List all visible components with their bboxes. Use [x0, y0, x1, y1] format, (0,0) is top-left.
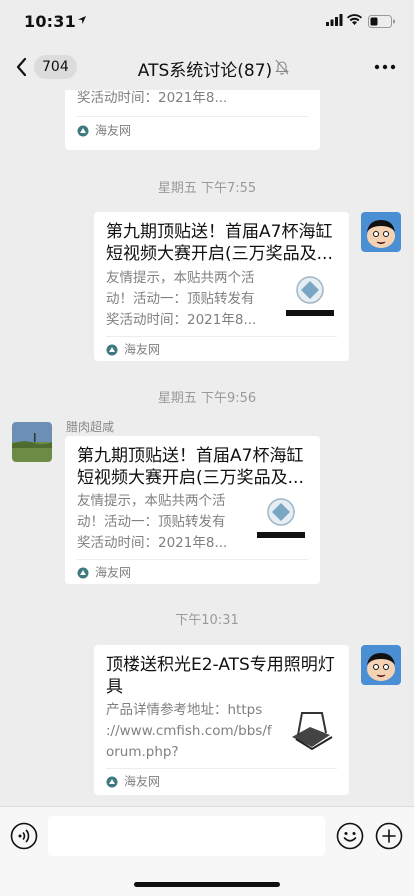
- chat-title: ATS系统讨论(87): [137, 61, 273, 81]
- unread-count-badge[interactable]: 704: [34, 55, 77, 79]
- card-divider: [77, 559, 308, 560]
- cartoon-avatar-icon: [361, 212, 401, 252]
- chevron-left-icon[interactable]: [14, 56, 30, 78]
- link-card-title: 第九期顶贴送！首届A7杯海缸短视频大赛开启(三万奖品及...: [77, 446, 304, 488]
- status-time: 10:31: [24, 12, 76, 31]
- link-card-title: 顶楼送积光E2-ATS专用照明灯具: [106, 655, 335, 697]
- link-card-description: 友情提示，本贴共两个活 动！活动一：顶贴转发有 奖活动时间：2021年8...: [106, 270, 257, 328]
- avatar[interactable]: [361, 212, 401, 252]
- link-card-source: 海友网: [106, 773, 160, 789]
- source-logo-icon: [106, 776, 118, 787]
- nav-bar: 704 ATS系统讨论(87): [0, 44, 414, 90]
- battery-icon: [368, 15, 395, 28]
- cellular-signal-icon: [326, 14, 343, 26]
- timestamp: 星期五 下午7:55: [157, 181, 257, 196]
- timestamp: 星期五 下午9:56: [157, 391, 257, 406]
- more-dots-icon[interactable]: [374, 64, 396, 70]
- link-card-thumbnail: [255, 492, 307, 544]
- link-card-source: 海友网: [77, 122, 131, 138]
- status-bar: 10:31: [0, 0, 414, 44]
- link-card-message[interactable]: 第九期顶贴送！首届A7杯海缸短视频大赛开启(三万奖品及... 友情提示，本贴共两…: [94, 212, 349, 361]
- bell-off-icon: [275, 59, 289, 75]
- link-card-title: 第九期顶贴送！首届A7杯海缸短视频大赛开启(三万奖品及...: [106, 222, 333, 264]
- avatar[interactable]: [12, 422, 52, 462]
- link-card-thumbnail: [284, 701, 336, 753]
- source-logo-icon: [77, 125, 89, 136]
- link-card-description: 友情提示，本贴共两个活 动！活动一：顶贴转发有 奖活动时间：2021年8...: [77, 493, 228, 551]
- wifi-icon: [347, 14, 362, 25]
- plus-icon[interactable]: [375, 822, 403, 850]
- source-logo-icon: [106, 344, 118, 355]
- chat-area[interactable]: 动！活动一：顶贴转发有 奖活动时间：2021年8... 海友网 星期五 下午7:…: [0, 90, 414, 806]
- link-card-message[interactable]: 动！活动一：顶贴转发有 奖活动时间：2021年8... 海友网: [65, 90, 320, 150]
- link-card-thumbnail: [284, 270, 336, 322]
- avatar[interactable]: [361, 645, 401, 685]
- timestamp: 下午10:31: [175, 613, 239, 628]
- link-card-source: 海友网: [106, 341, 160, 357]
- emoji-icon[interactable]: [336, 822, 364, 850]
- link-card-source: 海友网: [77, 564, 131, 580]
- link-card-description: 产品详情参考地址：https ://www.cmfish.com/bbs/f o…: [106, 702, 272, 760]
- link-card-description: 动！活动一：顶贴转发有 奖活动时间：2021年8...: [77, 90, 228, 106]
- link-card-message[interactable]: 顶楼送积光E2-ATS专用照明灯具 产品详情参考地址：https ://www.…: [94, 645, 349, 795]
- sender-name: 腊肉超咸: [66, 420, 115, 434]
- card-divider: [106, 768, 337, 769]
- link-card-thumbnail: [255, 90, 307, 102]
- cartoon-avatar-icon: [361, 645, 401, 685]
- landscape-avatar-icon: [12, 422, 52, 462]
- card-divider: [106, 336, 337, 337]
- voice-icon[interactable]: [10, 822, 38, 850]
- home-indicator: [134, 882, 280, 887]
- source-logo-icon: [77, 567, 89, 578]
- link-card-message[interactable]: 第九期顶贴送！首届A7杯海缸短视频大赛开启(三万奖品及... 友情提示，本贴共两…: [65, 436, 320, 584]
- message-input[interactable]: [48, 816, 325, 856]
- card-divider: [77, 116, 308, 117]
- location-arrow-icon: [78, 16, 86, 24]
